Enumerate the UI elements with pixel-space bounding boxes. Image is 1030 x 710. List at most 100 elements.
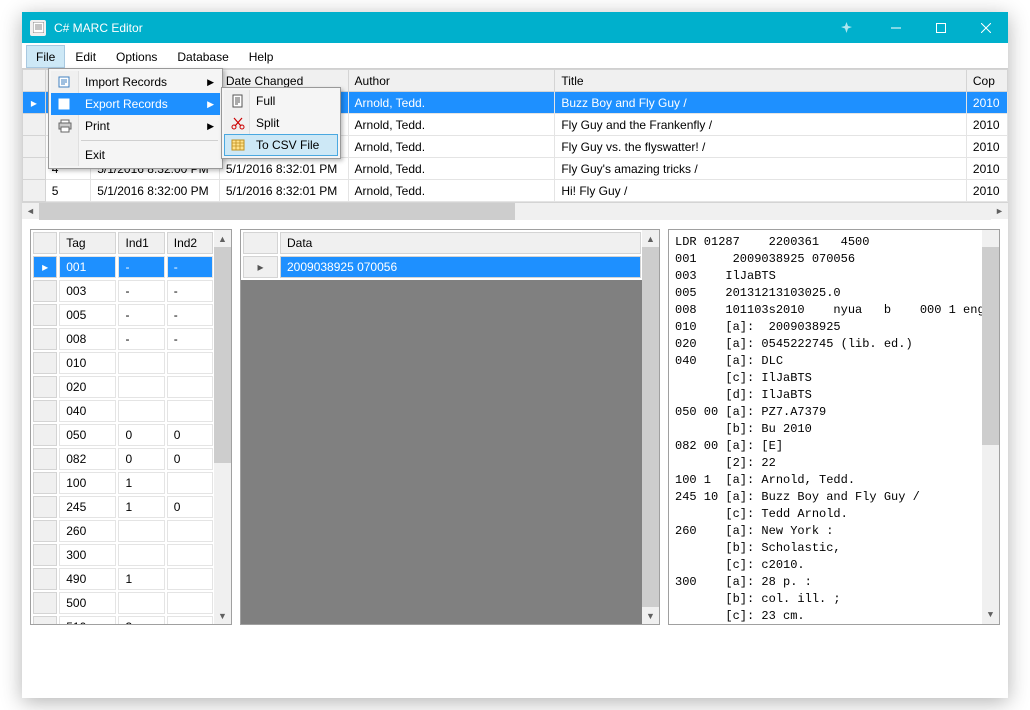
- cell-ind1[interactable]: -: [118, 328, 164, 350]
- scroll-up-icon[interactable]: ▲: [642, 230, 659, 247]
- table-row[interactable]: 020: [33, 376, 213, 398]
- menu-export-records[interactable]: Export Records ▶: [51, 93, 220, 115]
- cell-author[interactable]: Arnold, Tedd.: [348, 92, 555, 114]
- cell-ind2[interactable]: -: [167, 256, 213, 278]
- cell-tag[interactable]: 003: [59, 280, 116, 302]
- cell-author[interactable]: Arnold, Tedd.: [348, 180, 555, 202]
- menu-options[interactable]: Options: [106, 45, 167, 68]
- table-row[interactable]: 500: [33, 592, 213, 614]
- row-selector[interactable]: ▸: [23, 92, 46, 114]
- cell-ind2[interactable]: -: [167, 280, 213, 302]
- cell-ind2[interactable]: [167, 568, 213, 590]
- cell-ind1[interactable]: [118, 544, 164, 566]
- cell-changed[interactable]: 5/1/2016 8:32:01 PM: [219, 158, 348, 180]
- cell-author[interactable]: Arnold, Tedd.: [348, 114, 555, 136]
- cell-ind1[interactable]: 3: [118, 616, 164, 625]
- cell-idx[interactable]: 5: [45, 180, 90, 202]
- row-selector[interactable]: [33, 376, 57, 398]
- cell-changed[interactable]: 5/1/2016 8:32:01 PM: [219, 180, 348, 202]
- cell-author[interactable]: Arnold, Tedd.: [348, 136, 555, 158]
- tags-corner[interactable]: [33, 232, 57, 254]
- cell-ind2[interactable]: -: [167, 328, 213, 350]
- table-row[interactable]: 4901: [33, 568, 213, 590]
- cell-ind1[interactable]: 0: [118, 448, 164, 470]
- cell-ind1[interactable]: [118, 352, 164, 374]
- cell-tag[interactable]: 300: [59, 544, 116, 566]
- cell-tag[interactable]: 245: [59, 496, 116, 518]
- row-selector[interactable]: [33, 568, 57, 590]
- tags-col-tag[interactable]: Tag: [59, 232, 116, 254]
- table-row[interactable]: 003--: [33, 280, 213, 302]
- data-vthumb[interactable]: [642, 247, 659, 607]
- row-selector[interactable]: [33, 544, 57, 566]
- cell-ind2[interactable]: [167, 592, 213, 614]
- pin-button[interactable]: [824, 12, 869, 43]
- cell-tag[interactable]: 490: [59, 568, 116, 590]
- menu-import-records[interactable]: Import Records ▶: [51, 71, 220, 93]
- row-selector[interactable]: [33, 352, 57, 374]
- cell-cop[interactable]: 2010: [966, 114, 1007, 136]
- cell-title[interactable]: Hi! Fly Guy /: [555, 180, 967, 202]
- menu-file[interactable]: File: [26, 45, 65, 68]
- row-selector[interactable]: [23, 158, 46, 180]
- table-row[interactable]: 005--: [33, 304, 213, 326]
- tags-vthumb[interactable]: [214, 247, 231, 463]
- tags-col-ind2[interactable]: Ind2: [167, 232, 213, 254]
- cell-tag[interactable]: 040: [59, 400, 116, 422]
- cell-ind1[interactable]: 1: [118, 496, 164, 518]
- marc-vthumb[interactable]: [982, 247, 999, 445]
- cell-tag[interactable]: 005: [59, 304, 116, 326]
- submenu-split[interactable]: Split: [224, 112, 338, 134]
- row-selector[interactable]: [33, 448, 57, 470]
- table-row[interactable]: 010: [33, 352, 213, 374]
- table-row[interactable]: 300: [33, 544, 213, 566]
- table-row[interactable]: 05000: [33, 424, 213, 446]
- table-row[interactable]: 55/1/2016 8:32:00 PM5/1/2016 8:32:01 PMA…: [23, 180, 1008, 202]
- cell-tag[interactable]: 050: [59, 424, 116, 446]
- marc-vscroll[interactable]: ▲ ▼: [982, 230, 999, 624]
- cell-tag[interactable]: 001: [59, 256, 116, 278]
- table-row[interactable]: 040: [33, 400, 213, 422]
- cell-tag[interactable]: 020: [59, 376, 116, 398]
- row-selector[interactable]: [23, 136, 46, 158]
- data-col-header[interactable]: Data: [280, 232, 641, 254]
- cell-tag[interactable]: 100: [59, 472, 116, 494]
- data-row-selector[interactable]: ▸: [243, 256, 278, 278]
- row-selector[interactable]: [33, 616, 57, 625]
- cell-tag[interactable]: 008: [59, 328, 116, 350]
- cell-ind2[interactable]: 0: [167, 448, 213, 470]
- scroll-thumb[interactable]: [39, 203, 515, 220]
- scroll-up-icon[interactable]: ▲: [214, 230, 231, 247]
- records-col-title[interactable]: Title: [555, 70, 967, 92]
- cell-ind2[interactable]: [167, 472, 213, 494]
- table-row[interactable]: 08200: [33, 448, 213, 470]
- tags-col-ind1[interactable]: Ind1: [118, 232, 164, 254]
- close-button[interactable]: [963, 12, 1008, 43]
- cell-ind1[interactable]: -: [118, 280, 164, 302]
- data-row[interactable]: ▸ 2009038925 070056: [243, 256, 641, 278]
- row-selector[interactable]: [33, 520, 57, 542]
- data-vscroll[interactable]: ▲ ▼: [642, 230, 659, 624]
- cell-added[interactable]: 5/1/2016 8:32:00 PM: [91, 180, 220, 202]
- cell-ind2[interactable]: [167, 544, 213, 566]
- cell-ind2[interactable]: 0: [167, 496, 213, 518]
- cell-tag[interactable]: 260: [59, 520, 116, 542]
- cell-cop[interactable]: 2010: [966, 158, 1007, 180]
- menu-database[interactable]: Database: [167, 45, 238, 68]
- cell-title[interactable]: Fly Guy vs. the flyswatter! /: [555, 136, 967, 158]
- tags-vscroll[interactable]: ▲ ▼: [214, 230, 231, 624]
- cell-cop[interactable]: 2010: [966, 92, 1007, 114]
- cell-title[interactable]: Fly Guy and the Frankenfly /: [555, 114, 967, 136]
- row-selector[interactable]: [33, 328, 57, 350]
- table-row[interactable]: 260: [33, 520, 213, 542]
- maximize-button[interactable]: [918, 12, 963, 43]
- data-cell[interactable]: 2009038925 070056: [280, 256, 641, 278]
- cell-ind1[interactable]: [118, 400, 164, 422]
- cell-tag[interactable]: 010: [59, 352, 116, 374]
- titlebar[interactable]: C# MARC Editor: [22, 12, 1008, 43]
- submenu-full[interactable]: Full: [224, 90, 338, 112]
- cell-ind1[interactable]: 0: [118, 424, 164, 446]
- cell-ind1[interactable]: [118, 520, 164, 542]
- scroll-down-icon[interactable]: ▼: [214, 607, 231, 624]
- cell-cop[interactable]: 2010: [966, 180, 1007, 202]
